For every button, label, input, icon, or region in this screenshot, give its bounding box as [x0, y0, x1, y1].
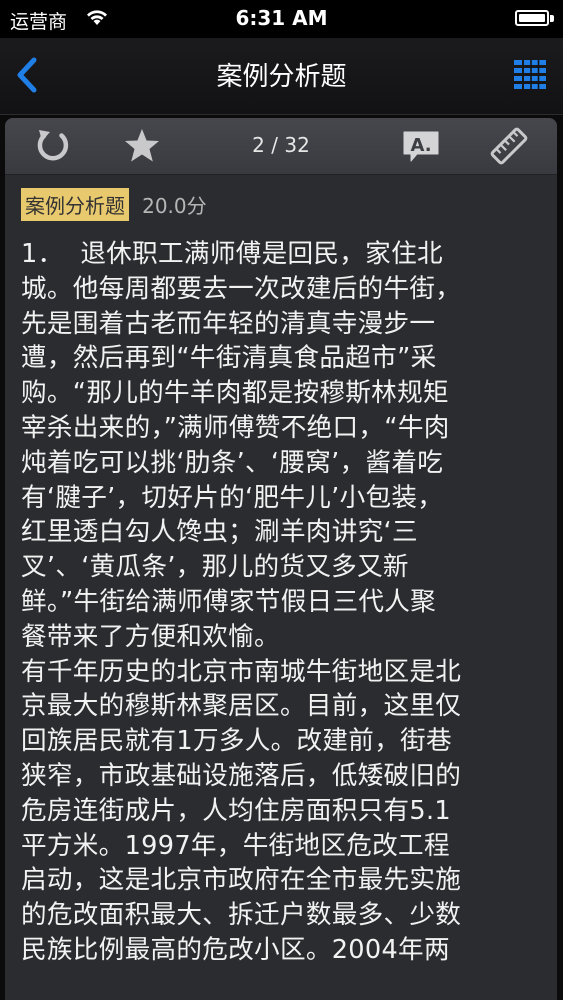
- svg-text:A.: A.: [410, 135, 431, 156]
- question-meta: 案例分析题 20.0分: [21, 188, 549, 226]
- question-score: 20.0分: [142, 194, 207, 218]
- ruler-icon[interactable]: [489, 126, 529, 166]
- page-title: 案例分析题: [216, 62, 347, 92]
- question-counter: 2 / 32: [252, 133, 310, 157]
- question-card: 2 / 32 A. 案例分析题 20.0分 1． 退休职工满师傅是回民，家住北 …: [5, 118, 557, 1000]
- grid-list-icon[interactable]: [513, 58, 547, 92]
- status-bar: 运营商 6:31 AM: [0, 0, 563, 38]
- clock: 6:31 AM: [235, 6, 328, 30]
- answer-bubble-icon[interactable]: A.: [401, 126, 441, 166]
- navigation-bar: 案例分析题: [0, 38, 563, 115]
- question-content: 案例分析题 20.0分 1． 退休职工满师傅是回民，家住北 城。他每周都要去一次…: [21, 188, 549, 968]
- question-type-badge: 案例分析题: [21, 188, 129, 221]
- question-toolbar: 2 / 32 A.: [5, 118, 557, 175]
- battery-icon: [515, 10, 549, 26]
- question-paragraph: 有千年历史的北京市南城牛街地区是北 京最大的穆斯林聚居区。目前，这里仅 回族居民…: [21, 656, 462, 965]
- battery-tip: [550, 15, 554, 22]
- question-paragraph: 1． 退休职工满师傅是回民，家住北 城。他每周都要去一次改建后的牛街， 先是围着…: [21, 239, 462, 652]
